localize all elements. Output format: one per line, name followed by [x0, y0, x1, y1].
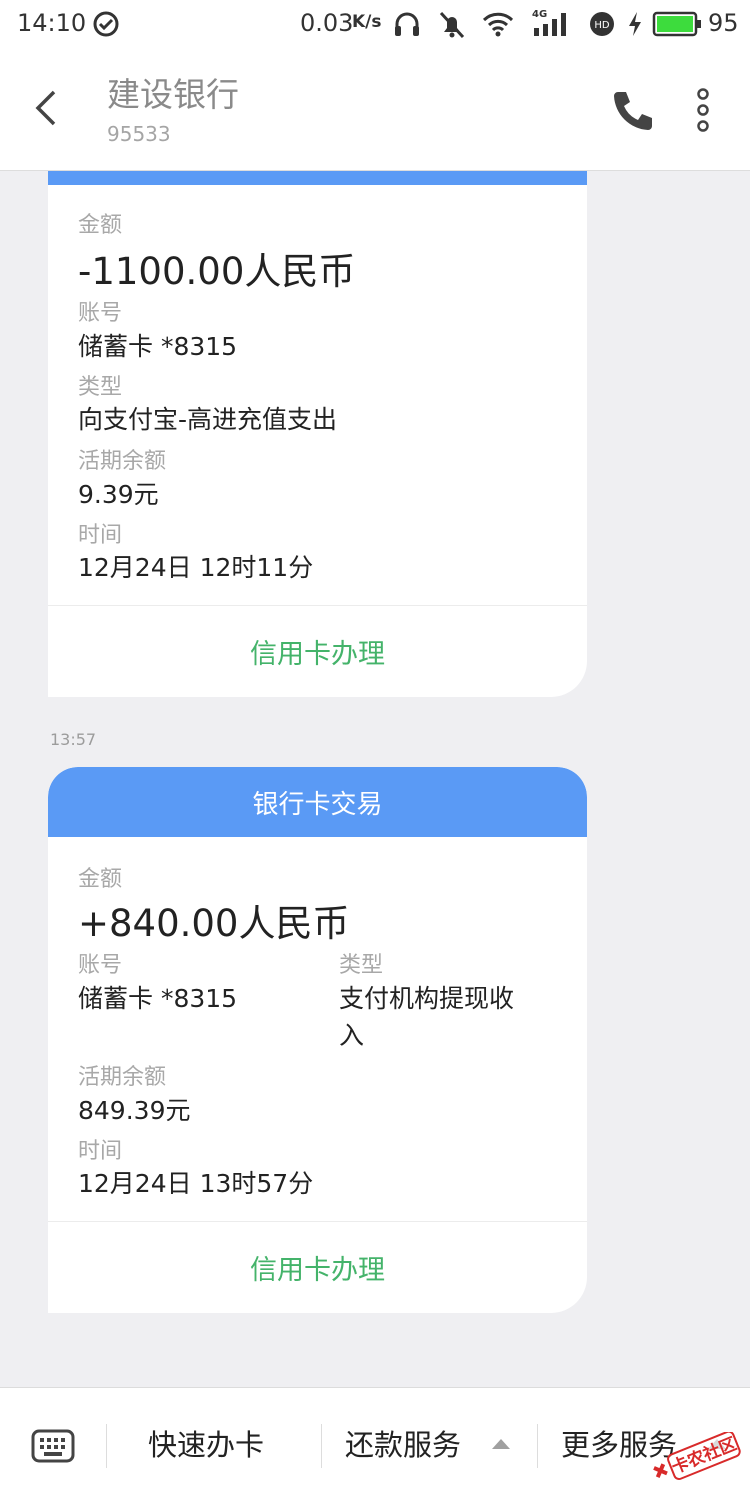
- contact-name: 建设银行: [107, 75, 239, 114]
- type-label: 类型: [78, 375, 123, 400]
- expand-up-icon: [492, 1439, 510, 1449]
- menu-separator: [321, 1424, 322, 1468]
- speed-unit: K/s: [352, 12, 382, 32]
- status-bar: 14:10 0.03 K/s 4G HD 95: [0, 0, 750, 50]
- more-options-icon[interactable]: [688, 86, 718, 136]
- wifi-icon: [482, 12, 514, 37]
- menu-repayment-service[interactable]: 还款服务: [345, 1422, 461, 1464]
- balance-value: 849.39元: [78, 1096, 191, 1125]
- battery-level: 95: [708, 9, 739, 37]
- keyboard-icon[interactable]: [31, 1428, 75, 1464]
- watermark-logo: 卡农社区: [653, 1432, 741, 1480]
- conversation-header: 建设银行 95533: [0, 50, 750, 171]
- type-label: 类型: [339, 953, 384, 978]
- net-speed: 0.03: [300, 9, 354, 37]
- menu-separator: [537, 1424, 538, 1468]
- mute-bell-icon: [439, 11, 465, 39]
- transaction-card-1: 金额 -1100.00人民币 账号 储蓄卡 *8315 类型 向支付宝-高进充值…: [48, 171, 587, 697]
- contact-number: 95533: [107, 122, 171, 146]
- credit-card-apply-link[interactable]: 信用卡办理: [48, 1222, 587, 1312]
- menu-quick-card[interactable]: 快速办卡: [148, 1422, 264, 1464]
- signal-icon: [534, 13, 566, 36]
- bottom-service-menu: 快速办卡 还款服务 更多服务: [0, 1387, 750, 1501]
- message-timestamp: 13:57: [50, 730, 97, 749]
- type-value-line2: 入: [339, 1021, 365, 1050]
- amount-label: 金额: [78, 867, 123, 892]
- time-label: 时间: [78, 523, 123, 548]
- amount-value: +840.00人民币: [78, 902, 350, 945]
- account-value: 储蓄卡 *8315: [78, 332, 238, 361]
- balance-value: 9.39元: [78, 480, 159, 509]
- time-value: 12月24日 13时57分: [78, 1169, 314, 1198]
- transaction-card-2: 银行卡交易 金额 +840.00人民币 账号 储蓄卡 *8315 类型 支付机构…: [48, 767, 587, 1313]
- amount-label: 金额: [78, 213, 123, 238]
- status-time: 14:10: [17, 9, 87, 37]
- charging-bolt-icon: [629, 12, 641, 36]
- headphones-icon: [395, 12, 419, 36]
- check-circle-icon: [93, 11, 119, 37]
- phone-call-icon[interactable]: [608, 86, 658, 136]
- amount-value: -1100.00人民币: [78, 250, 356, 293]
- card-header-title: 银行卡交易: [48, 767, 587, 837]
- account-label: 账号: [78, 953, 123, 978]
- card-header-strip: [48, 171, 587, 185]
- account-label: 账号: [78, 301, 123, 326]
- time-label: 时间: [78, 1139, 123, 1164]
- type-value-line1: 支付机构提现收: [339, 984, 515, 1013]
- menu-separator: [106, 1424, 107, 1468]
- account-value: 储蓄卡 *8315: [78, 984, 238, 1013]
- credit-card-apply-link[interactable]: 信用卡办理: [48, 606, 587, 696]
- type-value: 向支付宝-高进充值支出: [78, 405, 338, 434]
- balance-label: 活期余额: [78, 449, 167, 474]
- balance-label: 活期余额: [78, 1065, 167, 1090]
- back-arrow-icon[interactable]: [26, 86, 70, 130]
- svg-text:卡农社区: 卡农社区: [669, 1433, 740, 1478]
- battery-icon: [652, 11, 701, 37]
- hd-icon: HD: [590, 12, 614, 36]
- time-value: 12月24日 12时11分: [78, 553, 314, 582]
- svg-text:HD: HD: [594, 20, 610, 31]
